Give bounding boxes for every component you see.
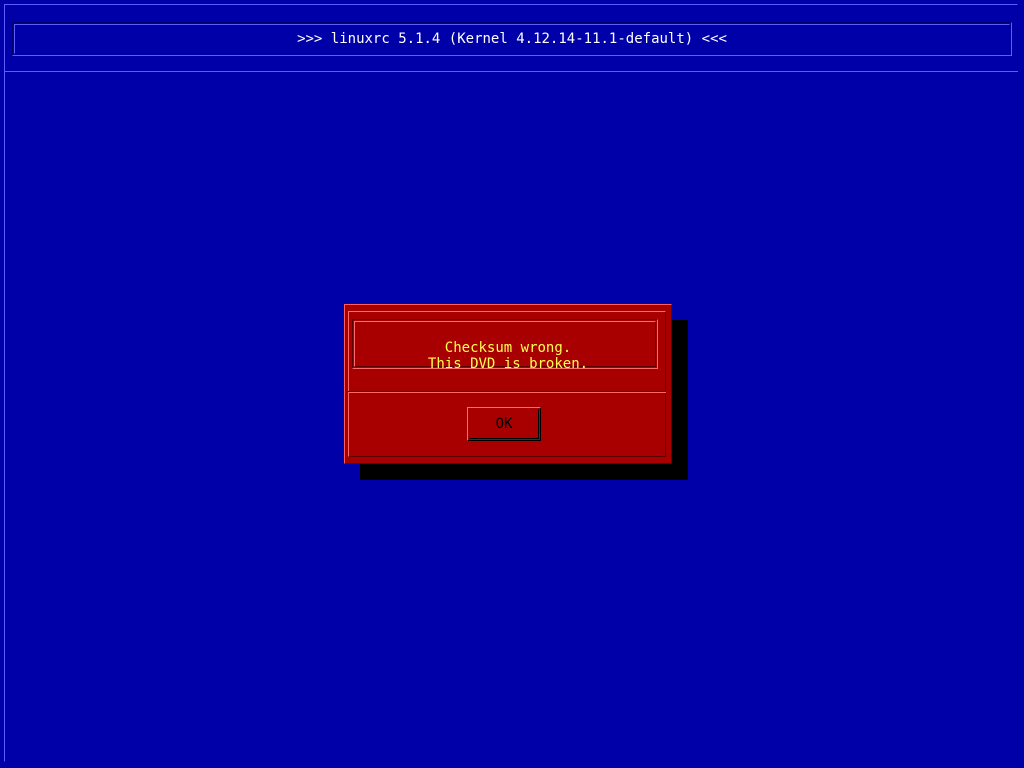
message-line-2: This DVD is broken. [427, 356, 589, 372]
message-line-1: Checksum wrong. [444, 340, 572, 356]
title-text: >>> linuxrc 5.1.4 (Kernel 4.12.14-11.1-d… [297, 31, 727, 47]
installer-screen: >>> linuxrc 5.1.4 (Kernel 4.12.14-11.1-d… [0, 0, 1024, 768]
message-text-area: Checksum wrong. This DVD is broken. [344, 304, 672, 464]
